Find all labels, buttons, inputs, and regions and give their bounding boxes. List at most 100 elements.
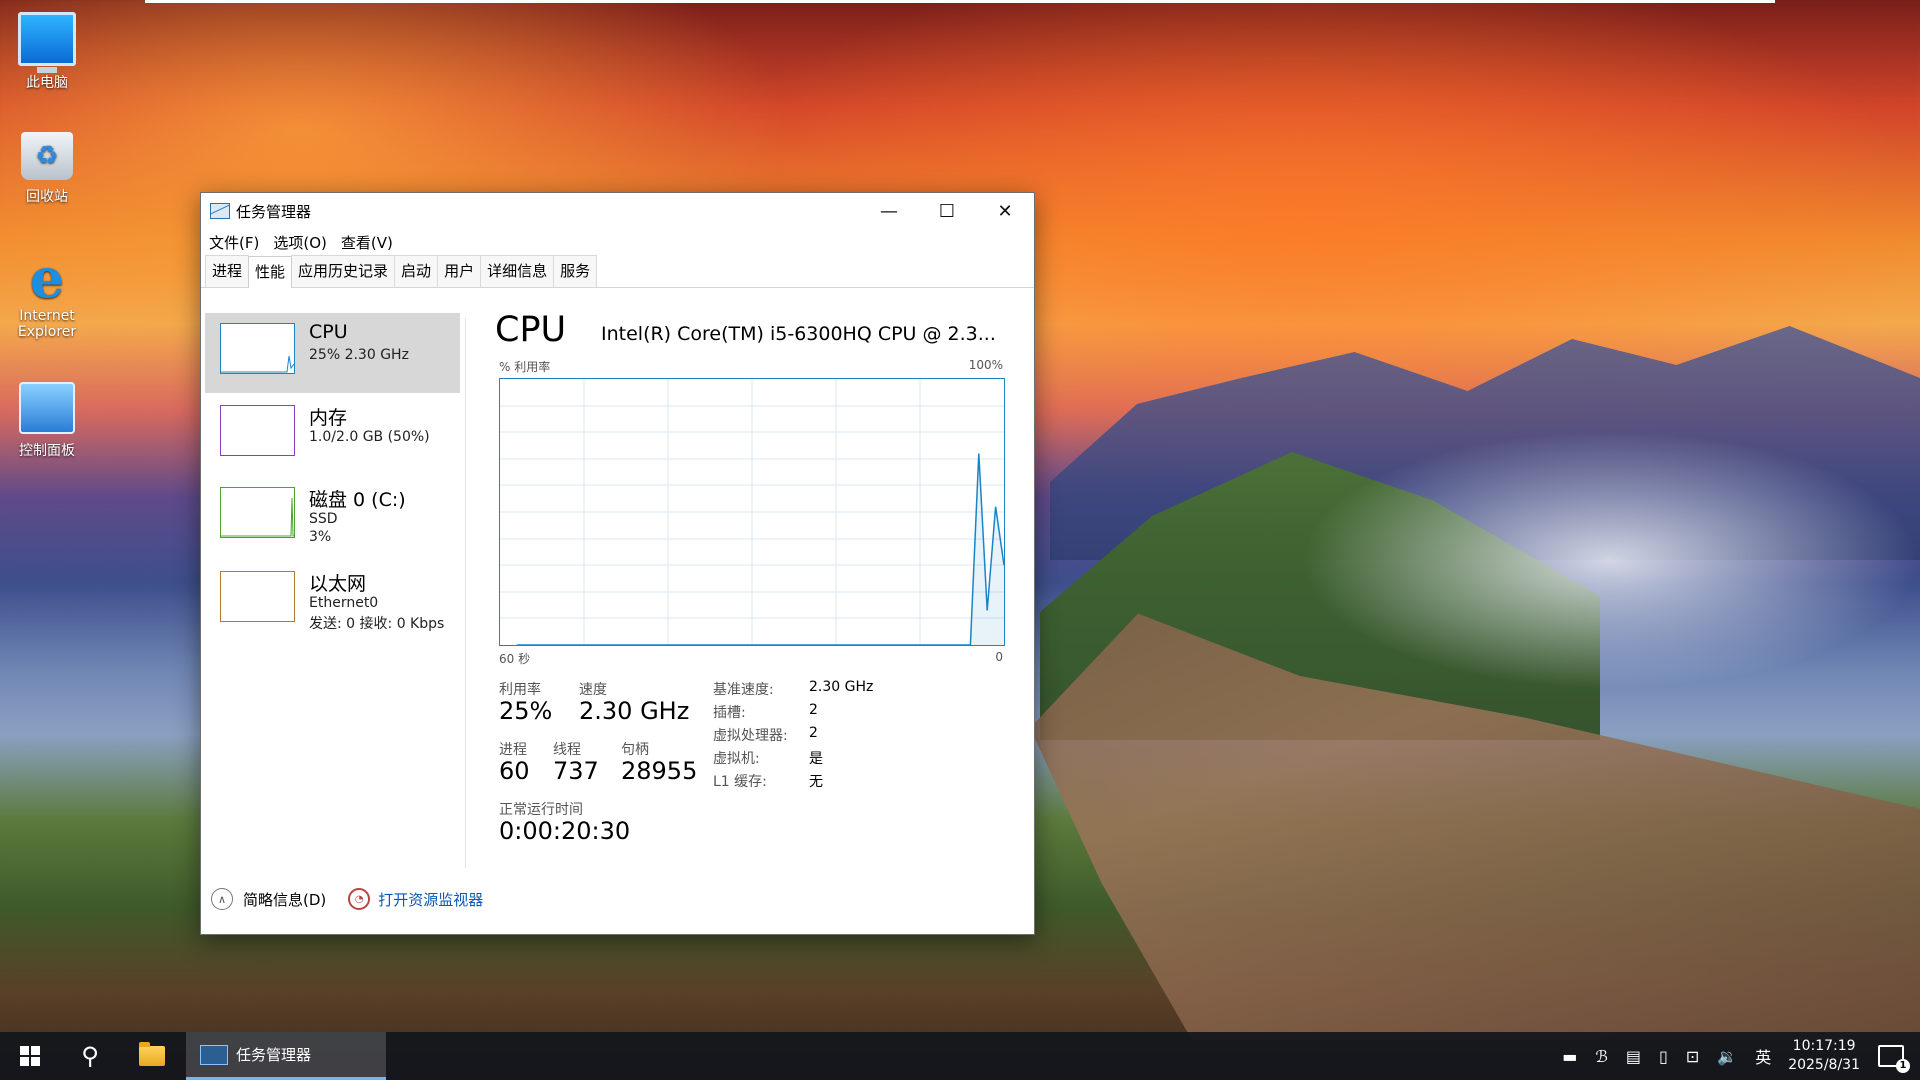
threads-value: 737 bbox=[553, 757, 599, 785]
info-value-l1-cache: 无 bbox=[809, 774, 823, 790]
tab-users[interactable]: 用户 bbox=[437, 255, 482, 287]
resource-name: 内存 bbox=[309, 407, 348, 429]
taskbar-task-manager[interactable]: 任务管理器 bbox=[186, 1032, 386, 1080]
threads-label: 线程 bbox=[553, 742, 581, 758]
processes-label: 进程 bbox=[499, 742, 527, 758]
desktop-icon-label: 控制面板 bbox=[19, 443, 75, 459]
taskbar-task-label: 任务管理器 bbox=[236, 1046, 312, 1064]
info-value-virtual-processors: 2 bbox=[809, 725, 818, 741]
title-bar[interactable]: 任务管理器 — ☐ ✕ bbox=[201, 193, 1034, 229]
bluetooth-icon[interactable]: ℬ bbox=[1595, 1047, 1608, 1066]
handles-value: 28955 bbox=[621, 757, 698, 785]
cpu-graph-svg bbox=[500, 379, 1005, 646]
notification-count-badge: 1 bbox=[1896, 1059, 1910, 1073]
minimize-button[interactable]: — bbox=[860, 193, 918, 229]
menu-file[interactable]: 文件(F) bbox=[209, 232, 259, 253]
info-label-l1-cache: L1 缓存: bbox=[713, 774, 767, 790]
internet-explorer-icon: e bbox=[29, 246, 65, 310]
tab-app-history[interactable]: 应用历史记录 bbox=[291, 255, 396, 287]
tab-services[interactable]: 服务 bbox=[553, 255, 598, 287]
utilization-value: 25% bbox=[499, 697, 553, 725]
tab-startup[interactable]: 启动 bbox=[394, 255, 439, 287]
desktop-icon-label: Internet Explorer bbox=[17, 308, 77, 340]
volume-icon[interactable]: 🔉 bbox=[1717, 1047, 1737, 1066]
clock-date: 2025/8/31 bbox=[1788, 1057, 1860, 1073]
info-value-sockets: 2 bbox=[809, 702, 818, 718]
resource-adapter: Ethernet0 bbox=[309, 595, 379, 611]
control-panel-icon bbox=[19, 382, 75, 434]
desktop-icon-label: 回收站 bbox=[26, 189, 68, 205]
cpu-usage-line bbox=[516, 453, 1005, 646]
pane-divider bbox=[465, 318, 466, 868]
maximize-icon: ☐ bbox=[938, 200, 956, 222]
maximize-button[interactable]: ☐ bbox=[918, 193, 976, 229]
speed-value: 2.30 GHz bbox=[579, 697, 690, 725]
graph-label-time-span: 60 秒 bbox=[499, 652, 531, 666]
resource-name: CPU bbox=[309, 321, 348, 343]
footer-bar: ∧ 简略信息(D) ◔ 打开资源监视器 bbox=[211, 888, 483, 910]
uptime-label: 正常运行时间 bbox=[499, 802, 583, 818]
resource-name: 磁盘 0 (C:) bbox=[309, 489, 406, 511]
resource-item-disk[interactable]: 磁盘 0 (C:) SSD 3% bbox=[205, 477, 460, 559]
usb-device-icon[interactable]: ▯ bbox=[1659, 1047, 1668, 1066]
chevron-up-icon[interactable]: ∧ bbox=[211, 888, 233, 910]
desktop-icon-label: 此电脑 bbox=[26, 75, 68, 91]
open-resource-monitor-link[interactable]: 打开资源监视器 bbox=[378, 889, 483, 910]
clock[interactable]: 10:17:19 2025/8/31 bbox=[1788, 1037, 1860, 1075]
system-tray: ▬ ℬ ▤ ▯ ⊡ 🔉 英 10:17:19 2025/8/31 1 bbox=[1553, 1032, 1920, 1080]
desktop-icon-recycle-bin[interactable]: ♻ 回收站 bbox=[8, 132, 86, 206]
info-label-base-speed: 基准速度: bbox=[713, 682, 774, 698]
vmware-tools-icon[interactable]: ▤ bbox=[1626, 1047, 1641, 1066]
notification-center-button[interactable]: 1 bbox=[1878, 1045, 1910, 1073]
network-icon[interactable]: ⊡ bbox=[1686, 1047, 1699, 1066]
detail-title: CPU bbox=[495, 310, 567, 350]
show-desktop-tray-icon[interactable]: ▬ bbox=[1562, 1047, 1577, 1066]
info-value-base-speed: 2.30 GHz bbox=[809, 679, 874, 695]
top-edge-strip bbox=[145, 0, 1775, 3]
ethernet-mini-graph bbox=[220, 571, 295, 622]
resource-value: 25% 2.30 GHz bbox=[309, 347, 409, 363]
window-title: 任务管理器 bbox=[236, 202, 312, 221]
taskbar: ⚲ 任务管理器 ▬ ℬ ▤ ▯ ⊡ 🔉 英 10:17:19 2025/8/31… bbox=[0, 1032, 1920, 1080]
fewer-details-button[interactable]: 简略信息(D) bbox=[243, 889, 326, 910]
search-button[interactable]: ⚲ bbox=[62, 1032, 118, 1080]
memory-mini-graph bbox=[220, 405, 295, 456]
resource-type: SSD bbox=[309, 511, 338, 527]
graph-label-zero: 0 bbox=[995, 650, 1003, 664]
menu-options[interactable]: 选项(O) bbox=[273, 232, 327, 253]
desktop-icon-this-pc[interactable]: 此电脑 bbox=[8, 12, 86, 92]
resource-list: CPU 25% 2.30 GHz 内存 1.0/2.0 GB (50%) 磁盘 … bbox=[205, 313, 460, 873]
tab-details[interactable]: 详细信息 bbox=[480, 255, 555, 287]
resource-item-ethernet[interactable]: 以太网 Ethernet0 发送: 0 接收: 0 Kbps bbox=[205, 561, 460, 641]
info-label-virtual-processors: 虚拟处理器: bbox=[713, 728, 788, 744]
resource-item-memory[interactable]: 内存 1.0/2.0 GB (50%) bbox=[205, 395, 460, 475]
utilization-label: 利用率 bbox=[499, 682, 541, 698]
menu-view[interactable]: 查看(V) bbox=[341, 232, 393, 253]
cpu-usage-area bbox=[516, 453, 1004, 645]
speed-label: 速度 bbox=[579, 682, 607, 698]
recycle-bin-icon: ♻ bbox=[21, 132, 73, 180]
task-manager-window: 任务管理器 — ☐ ✕ 文件(F) 选项(O) 查看(V) 进程 性能 应用历史… bbox=[200, 192, 1035, 935]
graph-label-utilization: % 利用率 bbox=[499, 360, 551, 374]
ime-indicator[interactable]: 英 bbox=[1755, 1044, 1771, 1068]
file-explorer-button[interactable] bbox=[124, 1032, 180, 1080]
tab-performance[interactable]: 性能 bbox=[248, 256, 293, 288]
handles-label: 句柄 bbox=[621, 742, 649, 758]
menu-bar: 文件(F) 选项(O) 查看(V) bbox=[201, 229, 1034, 255]
resource-name: 以太网 bbox=[309, 573, 367, 595]
tab-processes[interactable]: 进程 bbox=[205, 255, 250, 287]
close-button[interactable]: ✕ bbox=[976, 193, 1034, 229]
close-icon: ✕ bbox=[997, 200, 1013, 222]
resource-item-cpu[interactable]: CPU 25% 2.30 GHz bbox=[205, 313, 460, 393]
resource-value: 发送: 0 接收: 0 Kbps bbox=[309, 616, 445, 632]
desktop-icon-control-panel[interactable]: 控制面板 bbox=[8, 382, 86, 460]
folder-icon bbox=[139, 1042, 165, 1066]
wallpaper-mist bbox=[1300, 430, 1920, 690]
desktop-icon-internet-explorer[interactable]: e Internet Explorer bbox=[8, 246, 86, 340]
info-label-sockets: 插槽: bbox=[713, 705, 746, 721]
graph-label-max: 100% bbox=[968, 358, 1003, 372]
info-label-virtual-machine: 虚拟机: bbox=[713, 751, 760, 767]
minimize-icon: — bbox=[880, 200, 898, 222]
cpu-utilization-graph bbox=[499, 378, 1005, 646]
start-button[interactable] bbox=[0, 1032, 60, 1080]
